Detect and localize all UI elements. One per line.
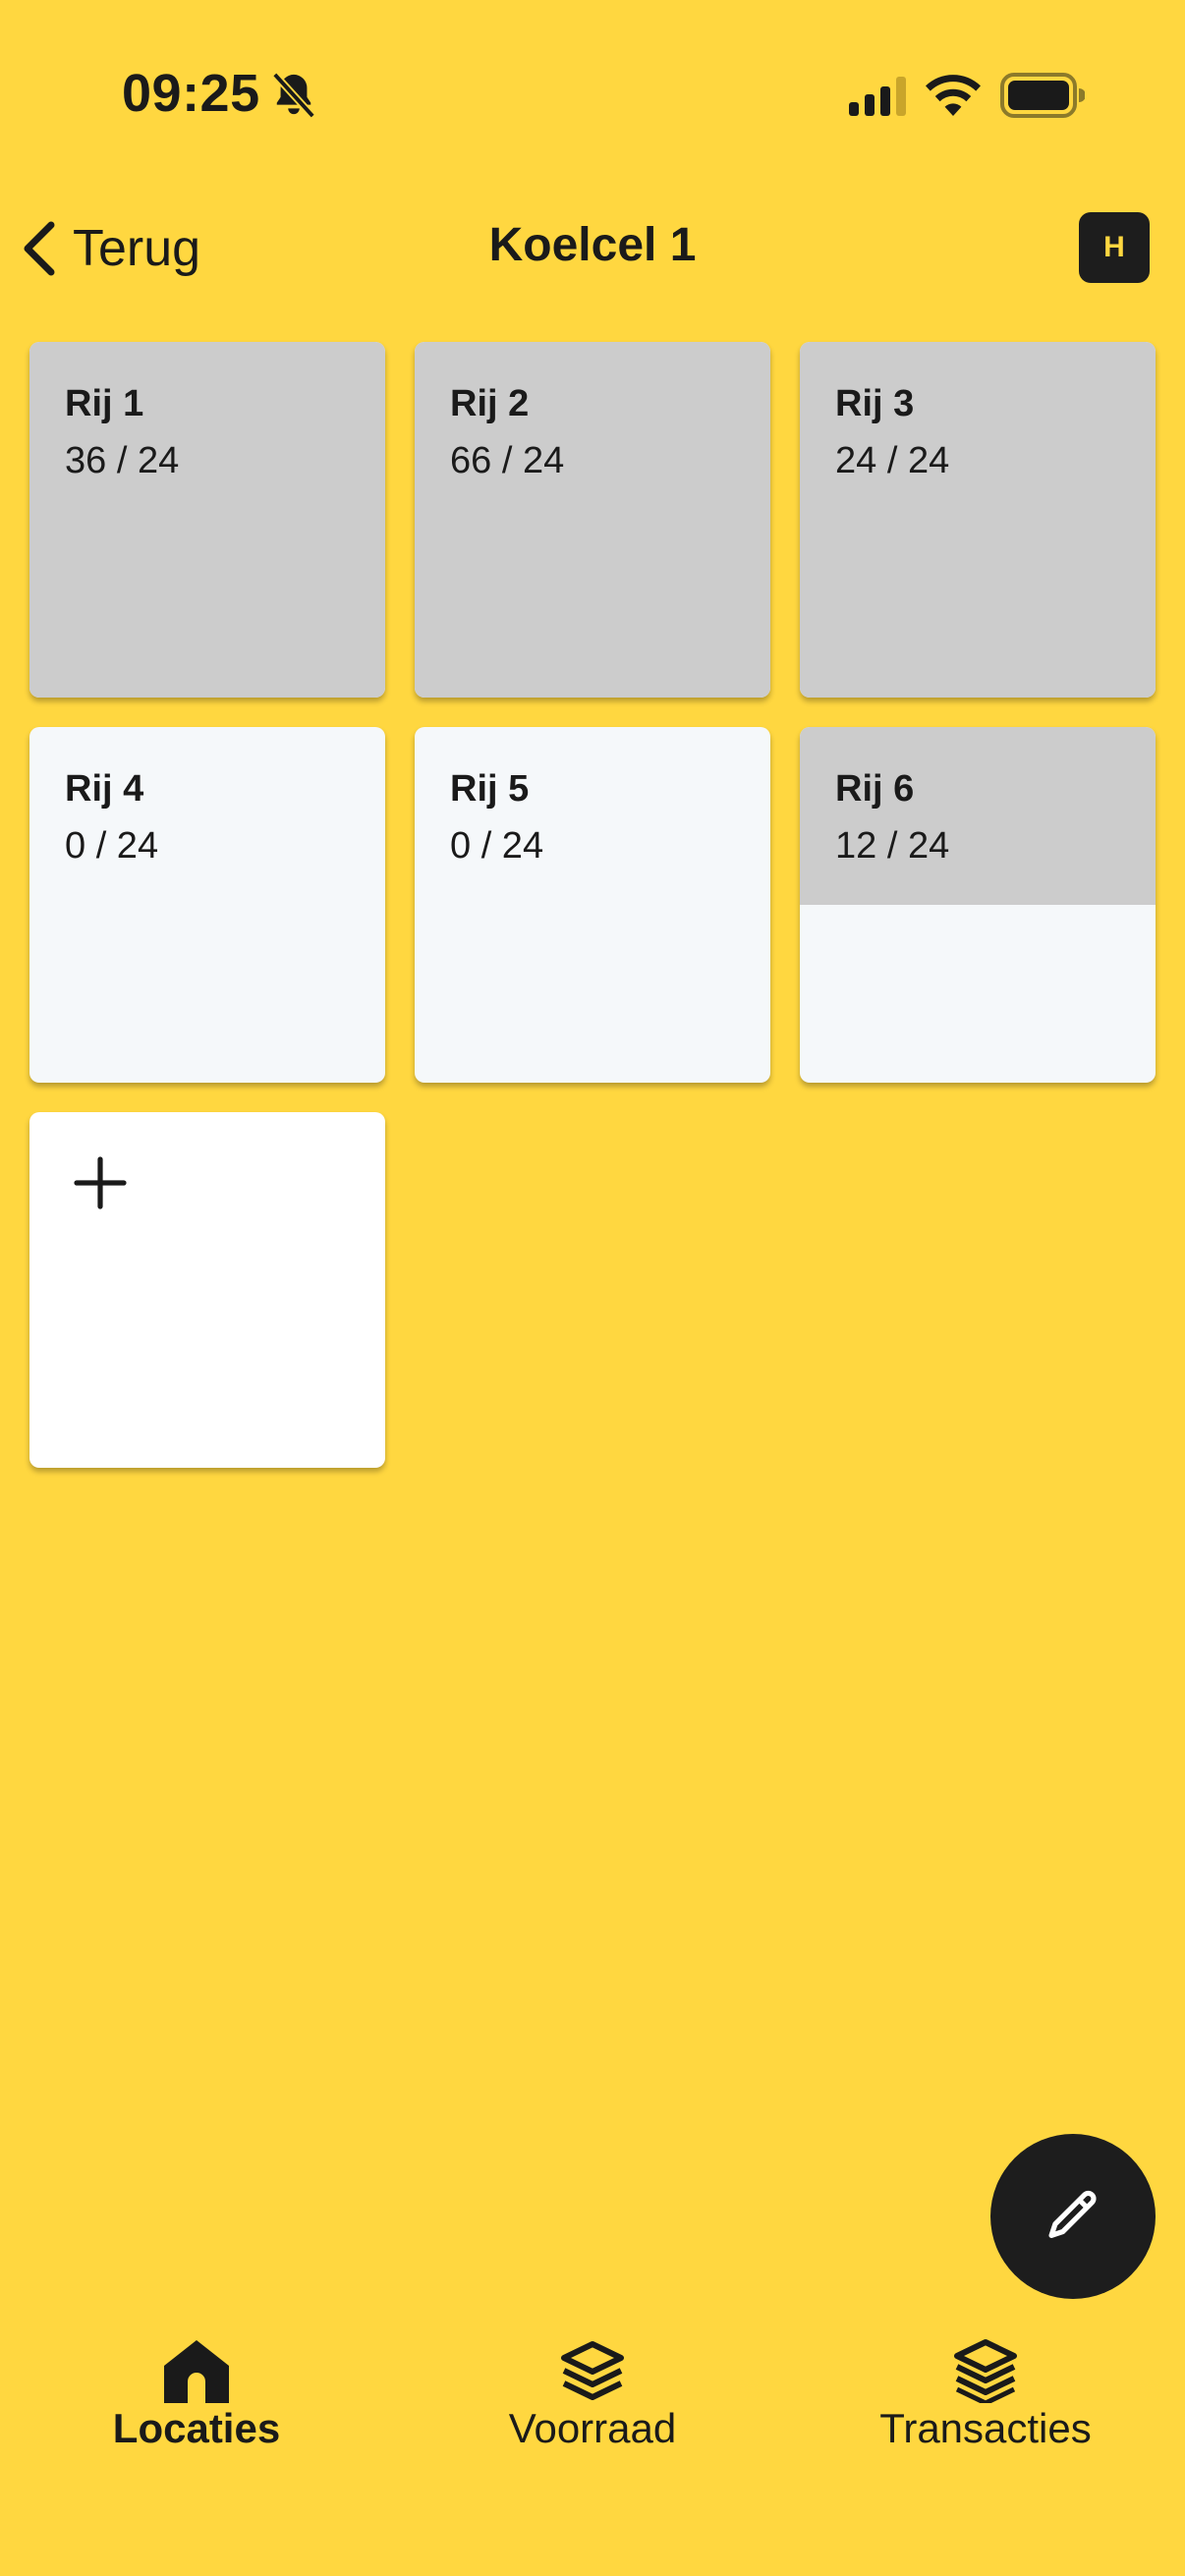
row-fill — [800, 727, 1156, 905]
home-icon — [164, 2340, 229, 2403]
pencil-icon — [1048, 2190, 1097, 2238]
nav-label: Voorraad — [508, 2405, 677, 2451]
row-count: 66 / 24 — [450, 440, 565, 481]
row-name: Rij 6 — [835, 768, 915, 810]
bottom-nav: Locaties Voorraad Transacties — [0, 2328, 1185, 2486]
row-card-3[interactable]: Rij 3 24 / 24 — [800, 342, 1156, 698]
layers-icon — [561, 2341, 624, 2400]
row-count: 36 / 24 — [65, 440, 180, 481]
row-name: Rij 1 — [65, 383, 144, 424]
row-name: Rij 5 — [450, 768, 530, 810]
status-bar: 09:25 — [0, 0, 1185, 187]
cellular-signal-icon — [849, 77, 906, 116]
bell-off-icon — [271, 72, 316, 119]
edit-button[interactable] — [990, 2134, 1156, 2299]
row-card-6[interactable]: Rij 6 12 / 24 — [800, 727, 1156, 1083]
page-title: Koelcel 1 — [488, 219, 697, 271]
row-card-2[interactable]: Rij 2 66 / 24 — [415, 342, 770, 698]
nav-item-voorraad[interactable]: Voorraad — [445, 2338, 740, 2452]
battery-icon — [1000, 73, 1085, 118]
row-count: 12 / 24 — [835, 825, 950, 867]
row-count: 0 / 24 — [65, 825, 159, 867]
row-card-1[interactable]: Rij 1 36 / 24 — [29, 342, 385, 698]
layers-stack-icon — [954, 2339, 1017, 2403]
nav-item-transacties[interactable]: Transacties — [838, 2338, 1133, 2452]
avatar[interactable]: H — [1079, 212, 1150, 283]
plus-icon — [74, 1156, 127, 1209]
row-card-5[interactable]: Rij 5 0 / 24 — [415, 727, 770, 1083]
row-count: 0 / 24 — [450, 825, 544, 867]
row-card-4[interactable]: Rij 4 0 / 24 — [29, 727, 385, 1083]
nav-label: Locaties — [112, 2405, 281, 2451]
row-name: Rij 4 — [65, 768, 144, 810]
row-name: Rij 2 — [450, 383, 530, 424]
add-row-button[interactable] — [29, 1112, 385, 1468]
row-name: Rij 3 — [835, 383, 915, 424]
wifi-icon — [926, 75, 981, 116]
row-count: 24 / 24 — [835, 440, 950, 481]
nav-item-locaties[interactable]: Locaties — [49, 2338, 344, 2452]
status-time: 09:25 — [122, 64, 260, 123]
nav-label: Transacties — [879, 2405, 1092, 2451]
